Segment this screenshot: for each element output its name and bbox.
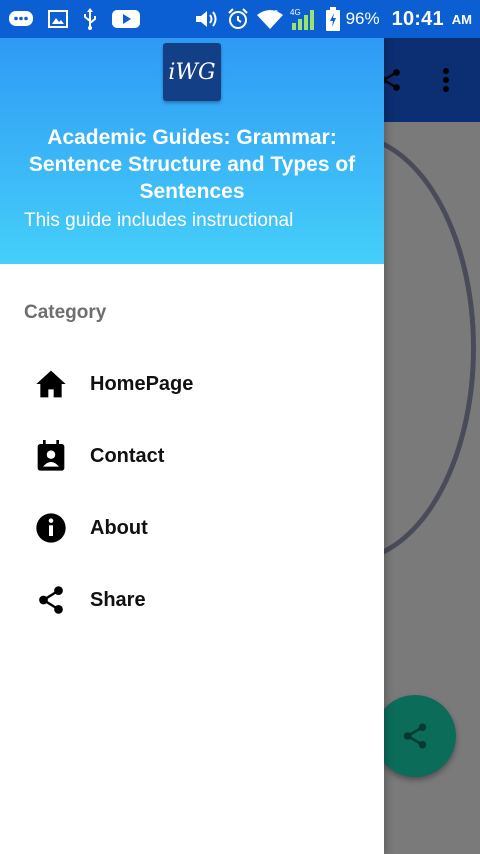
drawer-header: iWG Academic Guides: Grammar: Sentence S… <box>0 38 384 264</box>
nav-item-about[interactable]: About <box>0 492 384 564</box>
home-icon <box>34 367 68 401</box>
contact-icon <box>34 439 68 473</box>
alarm-icon <box>226 7 250 31</box>
share-icon <box>34 583 68 617</box>
clock-ampm: AM <box>451 11 472 27</box>
youtube-icon <box>112 9 140 29</box>
category-label: Category <box>24 302 107 323</box>
battery-percent: 96% <box>345 9 380 28</box>
info-icon <box>34 511 68 545</box>
share-fab-button[interactable] <box>374 695 456 777</box>
nav-item-contact[interactable]: Contact <box>0 420 384 492</box>
clock-time: 10:41 <box>391 7 444 30</box>
drawer-subtitle: This guide includes instructional <box>24 210 294 231</box>
status-bar: ? 4G 96% 10:41 AM <box>0 0 480 38</box>
svg-text:4G: 4G <box>290 8 301 17</box>
nav-item-label: Share <box>90 588 146 611</box>
nav-item-label: HomePage <box>90 372 194 395</box>
battery-charging-icon <box>325 7 340 31</box>
app-logo: iWG <box>163 43 221 101</box>
share-icon <box>403 723 427 749</box>
more-options-icon[interactable] <box>430 58 462 102</box>
drawer-title: Academic Guides: Grammar: Sentence Struc… <box>28 126 356 203</box>
nav-item-homepage[interactable]: HomePage <box>0 348 384 420</box>
signal-icon: 4G <box>290 7 320 31</box>
message-icon <box>8 9 34 29</box>
nav-item-label: About <box>90 516 148 539</box>
nav-item-share[interactable]: Share <box>0 564 384 636</box>
navigation-drawer: iWG Academic Guides: Grammar: Sentence S… <box>0 38 384 854</box>
wifi-icon: ? <box>256 8 284 30</box>
usb-icon <box>82 8 98 30</box>
svg-text:?: ? <box>274 10 278 17</box>
image-icon <box>48 9 68 29</box>
volume-icon <box>194 8 220 30</box>
nav-item-label: Contact <box>90 444 165 467</box>
